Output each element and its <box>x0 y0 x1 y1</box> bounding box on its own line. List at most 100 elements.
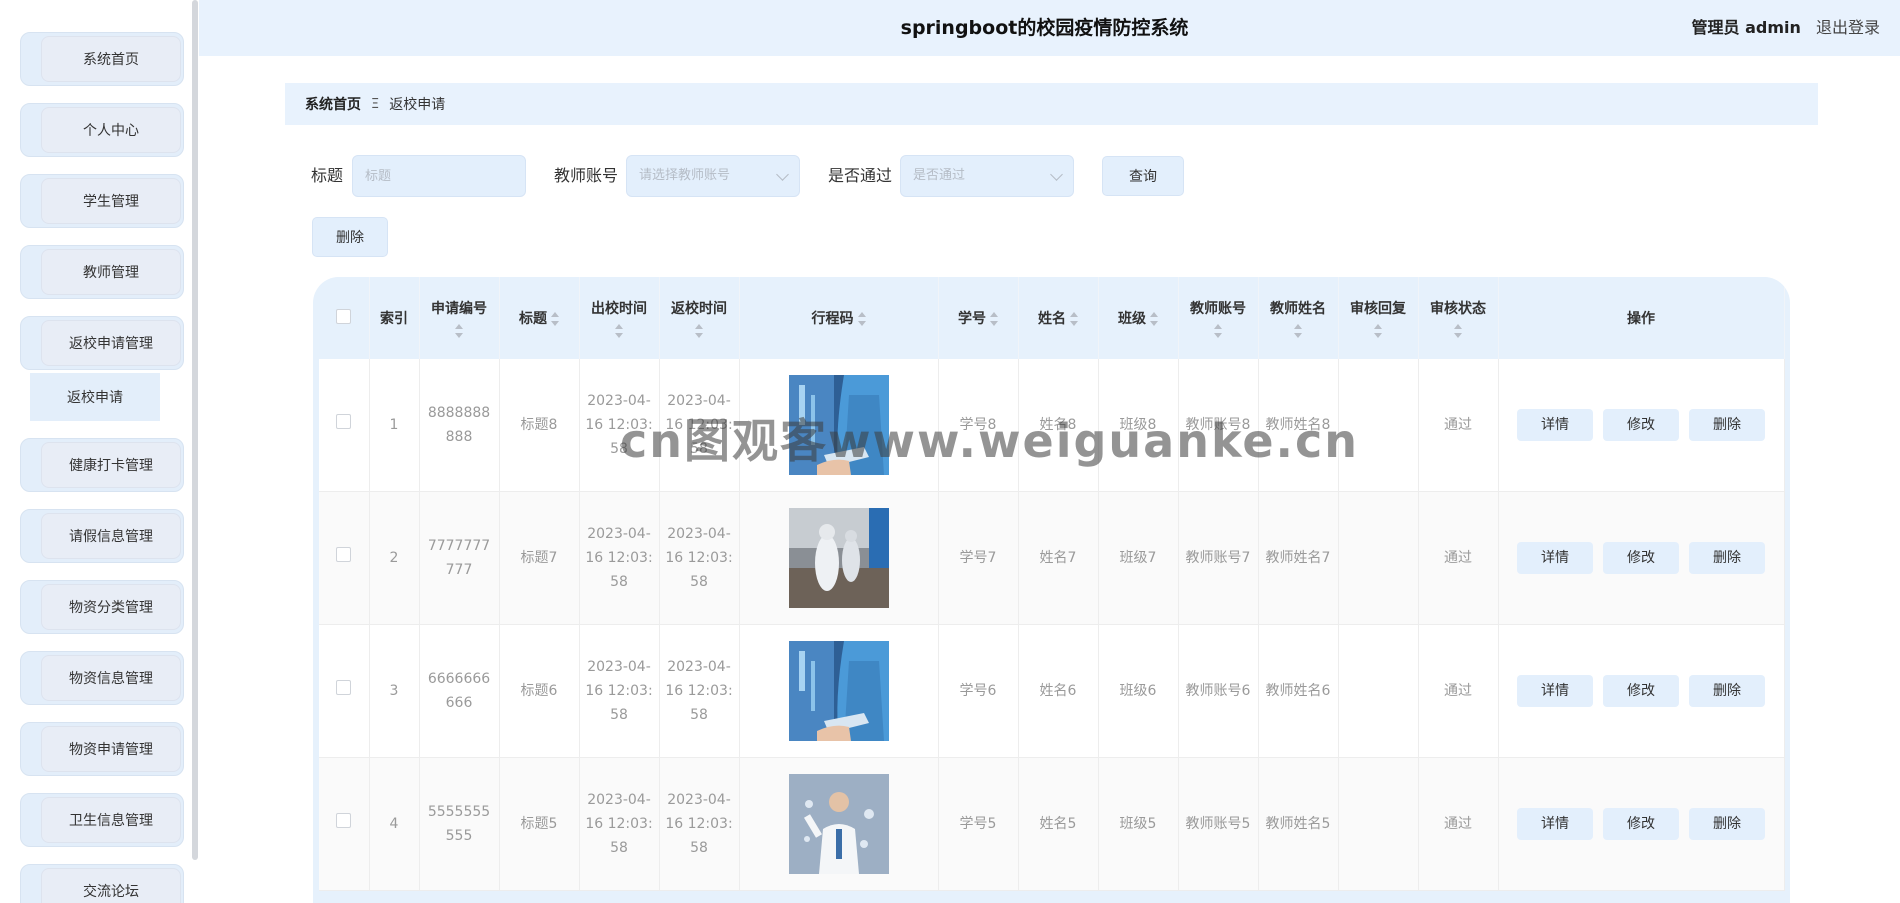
sort-icon[interactable] <box>857 312 866 326</box>
passed-select[interactable]: 是否通过 <box>900 155 1074 197</box>
passed-label: 是否通过 <box>828 166 893 185</box>
sort-icon[interactable] <box>615 324 623 338</box>
col-title[interactable]: 标题 <box>499 277 580 359</box>
delete-button[interactable]: 删除 <box>1689 542 1765 574</box>
col-name[interactable]: 姓名 <box>1018 277 1099 359</box>
sort-icon[interactable] <box>1070 312 1078 326</box>
chevron-down-icon <box>776 168 789 181</box>
sort-icon[interactable] <box>1294 324 1302 338</box>
col-title-label: 标题 <box>519 311 547 327</box>
col-class[interactable]: 班级 <box>1098 277 1179 359</box>
cell-app-no: 6666666666 <box>419 624 500 758</box>
cell-return-time: 2023-04-16 12:03:58 <box>659 491 740 625</box>
sidebar-item-label: 系统首页 <box>41 36 181 82</box>
cell-student-no: 学号8 <box>938 359 1019 492</box>
col-return-time[interactable]: 返校时间 <box>659 277 740 359</box>
sidebar-item-sanitation-info-mgmt[interactable]: 卫生信息管理 <box>20 793 184 847</box>
col-teacher-name[interactable]: 教师姓名 <box>1258 277 1339 359</box>
sort-icon[interactable] <box>1454 324 1462 338</box>
col-leave-time[interactable]: 出校时间 <box>579 277 660 359</box>
sort-icon[interactable] <box>455 324 463 338</box>
edit-button[interactable]: 修改 <box>1603 675 1679 707</box>
app-title: springboot的校园疫情防控系统 <box>900 17 1189 39</box>
sidebar-item-students[interactable]: 学生管理 <box>20 174 184 228</box>
table-row[interactable]: 3 6666666666 标题6 2023-04-16 12:03:58 2023-04… <box>319 624 1785 758</box>
edit-button[interactable]: 修改 <box>1603 808 1679 840</box>
sort-icon[interactable] <box>1214 324 1222 338</box>
col-trip-code[interactable]: 行程码 <box>739 277 939 359</box>
sidebar-item-label: 个人中心 <box>41 107 181 153</box>
bulk-delete-button[interactable]: 删除 <box>312 217 388 257</box>
sort-icon[interactable] <box>551 312 559 326</box>
table-header-row: 索引 申请编号 标题 出校时间 返校时间 行程码 学号 姓名 班级 教师账号 教… <box>319 277 1785 359</box>
cell-title: 标题5 <box>499 757 580 891</box>
detail-button[interactable]: 详情 <box>1517 808 1593 840</box>
row-select-cell <box>319 491 370 625</box>
trip-code-image[interactable] <box>788 375 889 475</box>
sort-icon[interactable] <box>695 324 703 338</box>
sort-icon[interactable] <box>1374 324 1382 338</box>
sidebar-scrollbar[interactable] <box>192 0 198 860</box>
detail-button[interactable]: 详情 <box>1517 542 1593 574</box>
teacher-account-select[interactable]: 请选择教师账号 <box>626 155 800 197</box>
cell-actions: 详情 修改 删除 <box>1498 359 1785 492</box>
row-select-cell <box>319 359 370 492</box>
delete-button[interactable]: 删除 <box>1689 808 1765 840</box>
user-info: 管理员 admin 退出登录 <box>1692 0 1880 56</box>
sidebar-item-health-checkin-mgmt[interactable]: 健康打卡管理 <box>20 438 184 492</box>
col-review-reply[interactable]: 审核回复 <box>1338 277 1419 359</box>
sidebar-item-forum[interactable]: 交流论坛 <box>20 864 184 903</box>
delete-button[interactable]: 删除 <box>1689 409 1765 441</box>
select-all-cell <box>319 277 370 359</box>
sidebar-item-leave-info-mgmt[interactable]: 请假信息管理 <box>20 509 184 563</box>
row-checkbox[interactable] <box>336 813 352 828</box>
table-row[interactable]: 2 7777777777 标题7 2023-04-16 12:03:58 2023-04… <box>319 491 1785 625</box>
cell-review-status: 通过 <box>1418 757 1499 891</box>
submenu-item-return-application[interactable]: 返校申请 <box>30 373 160 421</box>
sidebar-item-teachers[interactable]: 教师管理 <box>20 245 184 299</box>
sidebar-item-supply-request-mgmt[interactable]: 物资申请管理 <box>20 722 184 776</box>
query-button[interactable]: 查询 <box>1102 156 1184 196</box>
table-row[interactable]: 1 8888888888 标题8 2023-04-16 12:03:58 2023-04… <box>319 359 1785 492</box>
cell-class: 班级8 <box>1098 359 1179 492</box>
cell-review-reply <box>1338 757 1419 891</box>
row-checkbox[interactable] <box>336 680 352 695</box>
sort-icon[interactable] <box>990 312 998 326</box>
detail-button[interactable]: 详情 <box>1517 409 1593 441</box>
sort-icon[interactable] <box>1150 312 1158 326</box>
cell-class: 班级6 <box>1098 624 1179 758</box>
row-checkbox[interactable] <box>336 547 352 562</box>
sidebar-item-profile[interactable]: 个人中心 <box>20 103 184 157</box>
header: springboot的校园疫情防控系统 管理员 admin 退出登录 <box>199 0 1900 56</box>
trip-code-image[interactable] <box>788 641 889 741</box>
table-row[interactable]: 4 5555555555 标题5 2023-04-16 12:03:58 2023-04… <box>319 757 1785 891</box>
sidebar-item-home[interactable]: 系统首页 <box>20 32 184 86</box>
col-student-no[interactable]: 学号 <box>938 277 1019 359</box>
col-app-no[interactable]: 申请编号 <box>419 277 500 359</box>
col-app-no-label: 申请编号 <box>431 301 487 317</box>
sidebar-item-return-application-mgmt[interactable]: 返校申请管理 <box>20 316 184 370</box>
col-teacher-account[interactable]: 教师账号 <box>1178 277 1259 359</box>
trip-code-image[interactable] <box>788 774 889 874</box>
edit-button[interactable]: 修改 <box>1603 409 1679 441</box>
sidebar-item-supply-info-mgmt[interactable]: 物资信息管理 <box>20 651 184 705</box>
title-input[interactable] <box>352 155 526 197</box>
cell-review-status: 通过 <box>1418 359 1499 492</box>
delete-button[interactable]: 删除 <box>1689 675 1765 707</box>
col-actions: 操作 <box>1498 277 1785 359</box>
edit-button[interactable]: 修改 <box>1603 542 1679 574</box>
cell-leave-time: 2023-04-16 12:03:58 <box>579 757 660 891</box>
row-checkbox[interactable] <box>336 414 352 429</box>
sidebar-item-label: 物资申请管理 <box>41 726 181 772</box>
col-leave-time-label: 出校时间 <box>591 301 647 317</box>
select-all-checkbox[interactable] <box>336 308 352 324</box>
col-review-status[interactable]: 审核状态 <box>1418 277 1499 359</box>
breadcrumb-home[interactable]: 系统首页 <box>305 94 361 114</box>
cell-teacher-account: 教师账号7 <box>1178 491 1259 625</box>
logout-link[interactable]: 退出登录 <box>1816 18 1880 37</box>
trip-code-image[interactable] <box>788 508 889 608</box>
cell-return-time: 2023-04-16 12:03:58 <box>659 359 740 492</box>
cell-teacher-name: 教师姓名5 <box>1258 757 1339 891</box>
sidebar-item-supply-category-mgmt[interactable]: 物资分类管理 <box>20 580 184 634</box>
detail-button[interactable]: 详情 <box>1517 675 1593 707</box>
